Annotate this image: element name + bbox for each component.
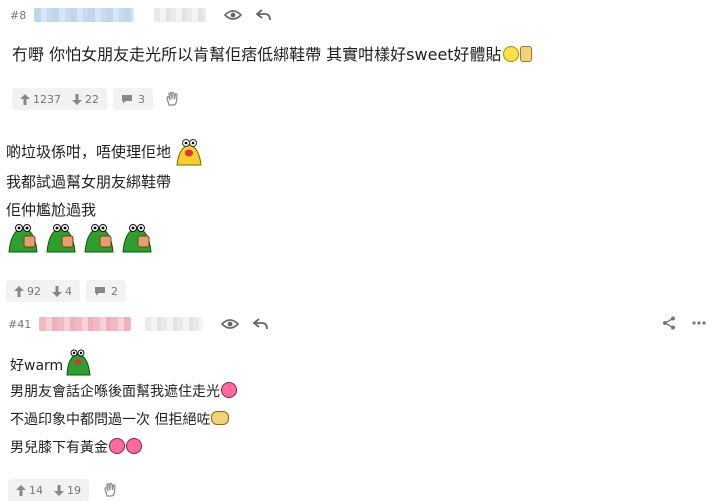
post-line: 不過印象中都問過一次 但拒絕咗 [10,410,237,434]
post-line-text: 佢仲尷尬過我 [6,201,97,219]
post-line-text: 我都試過幫女朋友綁鞋帶 [6,173,172,191]
post-line-text: 啲垃圾係咁，唔使理佢地 [6,143,172,161]
post-number: #41 [8,317,32,331]
post-body-2: 啲垃圾係咁，唔使理佢地 我都試過幫女朋友綁鞋帶 佢仲尷尬過我 [6,139,205,224]
post-line-text: 男朋友會話企喺後面幫我遮住走光 [10,384,220,400]
comment-button[interactable]: 2 [86,280,126,302]
arrow-down-icon [54,484,64,496]
post-number: #8 [10,8,27,22]
post-line: 男兒膝下有黃金 [10,438,237,462]
grin-emoji-icon [109,438,125,454]
comment-bubble-icon [122,95,132,104]
vote-bar-1: 1237 22 3 [12,88,181,110]
vote-pill: 92 4 [6,280,80,302]
post-body-1: 冇嘢 你怕女朋友走光所以肯幫佢痞低綁鞋帶 其實咁樣好sweet好體貼 [12,45,532,65]
arrow-up-icon [20,93,30,105]
upvote-button[interactable]: 1237 [20,93,61,106]
share-icon[interactable] [662,316,676,330]
post-line-text: 男兒膝下有黃金 [10,440,108,456]
post-header-3: #41 [8,314,269,334]
wave-hand-icon[interactable] [103,482,119,498]
yellow-frog-emoji-icon [176,139,202,166]
green-frog-emoji-icon [46,224,76,253]
post-header-1: #8 [10,5,272,25]
green-frog-emoji-icon [84,224,114,253]
downvote-button[interactable]: 4 [52,285,72,298]
comment-bubble-icon [95,287,105,296]
hand-wave-emoji-icon [211,411,230,425]
green-frog-emoji-icon [66,349,91,376]
post-actions-3 [662,316,706,330]
reply-arrow-icon[interactable] [253,318,269,330]
post-body-3: 好warm 男朋友會話企喺後面幫我遮住走光 不過印象中都問過一次 但拒絕咗 男兒… [10,346,237,462]
vote-bar-3: 14 19 [8,479,119,501]
upvote-count: 14 [29,483,43,497]
green-frog-emoji-icon [8,224,38,253]
upvote-count: 1237 [33,92,61,106]
downvote-button[interactable]: 19 [54,484,81,497]
post-text: 冇嘢 你怕女朋友走光所以肯幫佢痞低綁鞋帶 其實咁樣好sweet好體貼 [12,45,502,64]
username-redacted[interactable] [39,317,132,331]
timestamp-redacted [145,317,204,331]
post-line: 啲垃圾係咁，唔使理佢地 [6,139,205,166]
reply-arrow-icon[interactable] [256,9,272,21]
arrow-down-icon [52,285,62,297]
comment-button[interactable]: 3 [113,88,153,110]
post-line: 好warm [10,346,237,376]
frog-emoji-row [6,220,154,254]
smile-emoji-icon [221,382,237,398]
eye-icon[interactable] [224,9,243,21]
grin-emoji-icon [126,438,142,454]
comment-count: 2 [111,284,118,298]
post-line-text: 不過印象中都問過一次 但拒絕咗 [10,412,211,428]
green-frog-emoji-icon [122,224,152,253]
eye-icon[interactable] [221,318,240,330]
post-line-text: 好warm [10,358,64,374]
comment-count: 3 [138,92,145,106]
upvote-count: 92 [27,284,41,298]
upvote-button[interactable]: 14 [16,484,43,497]
downvote-button[interactable]: 22 [72,93,99,106]
downvote-count: 19 [67,483,81,497]
vote-pill: 14 19 [8,479,89,501]
vote-pill: 1237 22 [12,88,107,110]
more-icon[interactable] [692,321,706,325]
downvote-count: 4 [65,284,72,298]
username-redacted[interactable] [34,8,135,22]
smile-emoji-icon [502,46,519,62]
arrow-up-icon [14,285,24,297]
arrow-down-icon [72,93,82,105]
downvote-count: 22 [85,92,99,106]
timestamp-redacted [154,8,207,22]
wave-hand-icon[interactable] [165,91,181,107]
upvote-button[interactable]: 92 [14,285,41,298]
post-line: 男朋友會話企喺後面幫我遮住走光 [10,382,237,406]
arrow-up-icon [16,484,26,496]
post-line: 我都試過幫女朋友綁鞋帶 [6,172,205,196]
thumbs-up-emoji-icon [519,46,532,62]
vote-bar-2: 92 4 2 [6,280,126,302]
